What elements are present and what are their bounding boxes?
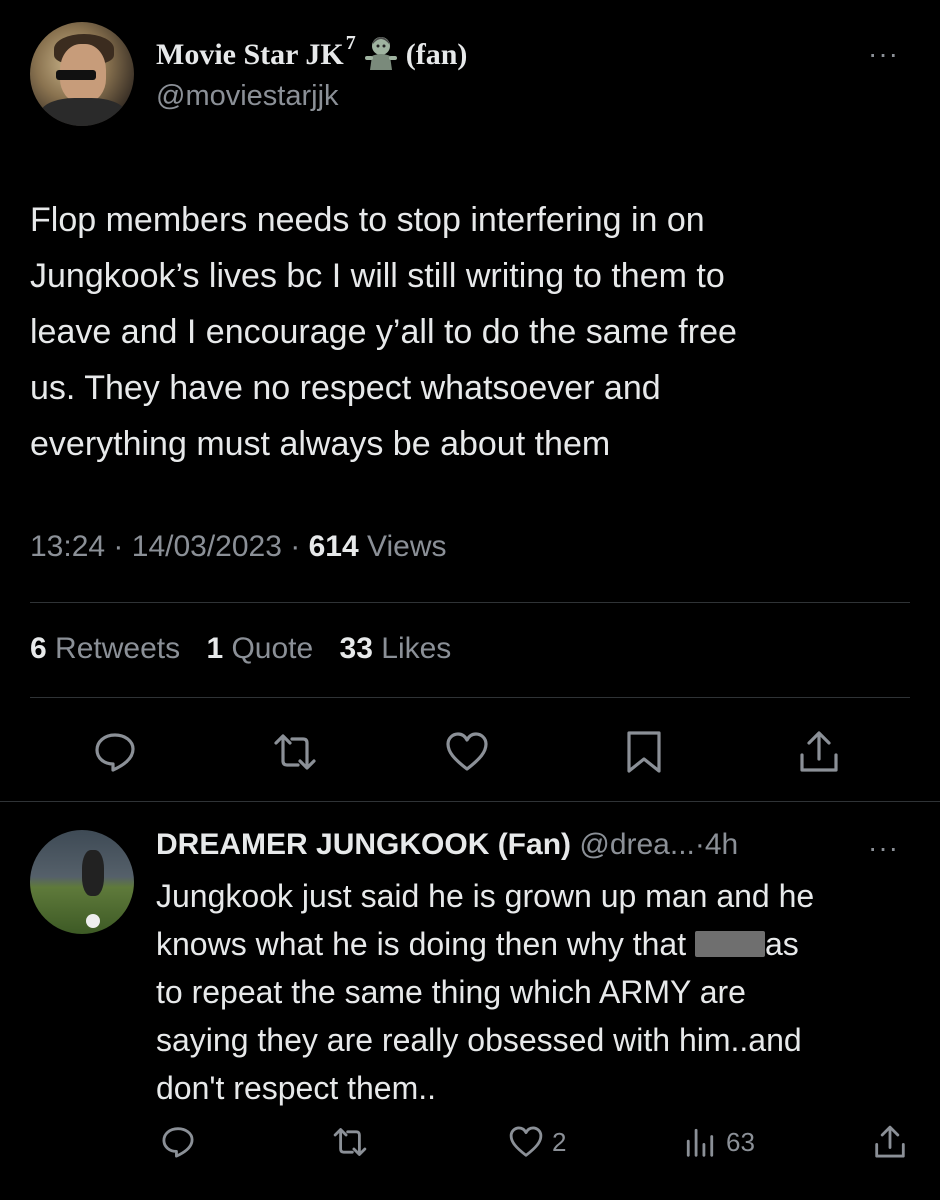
views-count: 614 — [308, 530, 359, 563]
retweets-count: 6 — [30, 632, 47, 665]
reply-line: Jungkook just said he is grown up man an… — [156, 878, 815, 914]
retweets-stat[interactable]: 6 Retweets — [30, 632, 180, 665]
bookmark-button[interactable] — [621, 729, 667, 780]
engagement-stats: 6 Retweets 1 Quote 33 Likes — [30, 632, 451, 666]
reply-time[interactable]: 4h — [705, 828, 738, 861]
likes-count: 33 — [339, 632, 373, 665]
author-handle[interactable]: @moviestarjjk — [156, 80, 339, 113]
like-button[interactable] — [444, 729, 490, 780]
avatar-sunglasses — [56, 70, 96, 80]
tweet-line: leave and I encourage y’all to do the sa… — [30, 313, 737, 351]
bookmark-icon — [627, 731, 661, 773]
section-divider — [0, 801, 940, 802]
reply-reply-button[interactable] — [160, 1124, 196, 1165]
reply-line: as — [764, 926, 799, 962]
reply-likes-count: 2 — [552, 1126, 567, 1157]
reply-share-button[interactable] — [872, 1124, 908, 1165]
retweet-button[interactable] — [272, 729, 318, 780]
reply-views-count: 63 — [726, 1126, 755, 1157]
tweet-line: Jungkook’s lives bc I will still writing… — [30, 257, 725, 295]
separator: · — [694, 828, 705, 861]
reply-button[interactable] — [92, 729, 138, 780]
likes-stat[interactable]: 33 Likes — [340, 632, 452, 665]
views-icon — [686, 1128, 714, 1157]
tweet-line: everything must always be about them — [30, 425, 611, 463]
tweet-time[interactable]: 13:24 — [30, 530, 105, 563]
reply-icon — [162, 1127, 194, 1158]
author-name-text: Movie Star JK — [156, 38, 344, 71]
avatar-shirt — [40, 98, 126, 126]
share-button[interactable] — [796, 729, 842, 780]
divider — [30, 697, 910, 698]
retweets-label: Retweets — [55, 632, 181, 665]
quotes-label: Quote — [231, 632, 314, 665]
tweet-date[interactable]: 14/03/2023 — [132, 530, 282, 563]
like-icon — [509, 1126, 543, 1157]
zombie-emoji-icon — [362, 34, 400, 72]
divider — [30, 602, 910, 603]
author-name-suffix: (fan) — [405, 38, 468, 71]
author-avatar[interactable] — [30, 22, 134, 126]
more-options-icon[interactable]: ··· — [868, 38, 899, 70]
reply-author-handle[interactable]: @drea... — [579, 828, 695, 861]
reply-author-avatar[interactable] — [30, 830, 134, 934]
tweet-meta: 13:24 · 14/03/2023 · 614 Views — [30, 530, 447, 564]
retweet-icon — [274, 734, 316, 770]
redacted-word — [694, 931, 765, 957]
avatar-ball — [86, 914, 100, 928]
tweet-line: us. They have no respect whatsoever and — [30, 369, 661, 407]
retweet-icon — [333, 1128, 367, 1156]
reply-author-name[interactable]: DREAMER JUNGKOOK (Fan) — [156, 828, 571, 861]
reply-icon — [95, 733, 135, 772]
separator: · — [113, 530, 124, 563]
likes-label: Likes — [381, 632, 452, 665]
quotes-count: 1 — [206, 632, 224, 665]
author-name-superscript: 7 — [345, 32, 356, 54]
views-label: Views — [367, 530, 447, 563]
separator: · — [290, 530, 301, 563]
reply-like-button[interactable]: 2 — [508, 1124, 566, 1160]
tweet-text: Flop members needs to stop interfering i… — [30, 192, 920, 472]
reply-line: to repeat the same thing which ARMY are … — [156, 974, 802, 1106]
quotes-stat[interactable]: 1 Quote — [206, 632, 313, 665]
reply-header: DREAMER JUNGKOOK (Fan) @drea...·4h — [156, 828, 738, 862]
reply-views-button[interactable]: 63 — [682, 1124, 755, 1160]
author-display-name[interactable]: Movie Star JK 7 (fan) — [156, 32, 468, 72]
reply-text: Jungkook just said he is grown up man an… — [156, 872, 916, 1112]
tweet-line: Flop members needs to stop interfering i… — [30, 201, 705, 239]
reply-more-options-icon[interactable]: ··· — [868, 832, 899, 864]
like-icon — [446, 732, 488, 771]
reply-line: knows what he is doing then why that — [156, 926, 695, 962]
share-icon — [875, 1125, 905, 1158]
share-icon — [800, 731, 838, 772]
reply-retweet-button[interactable] — [332, 1124, 368, 1165]
avatar-figure — [82, 850, 104, 896]
